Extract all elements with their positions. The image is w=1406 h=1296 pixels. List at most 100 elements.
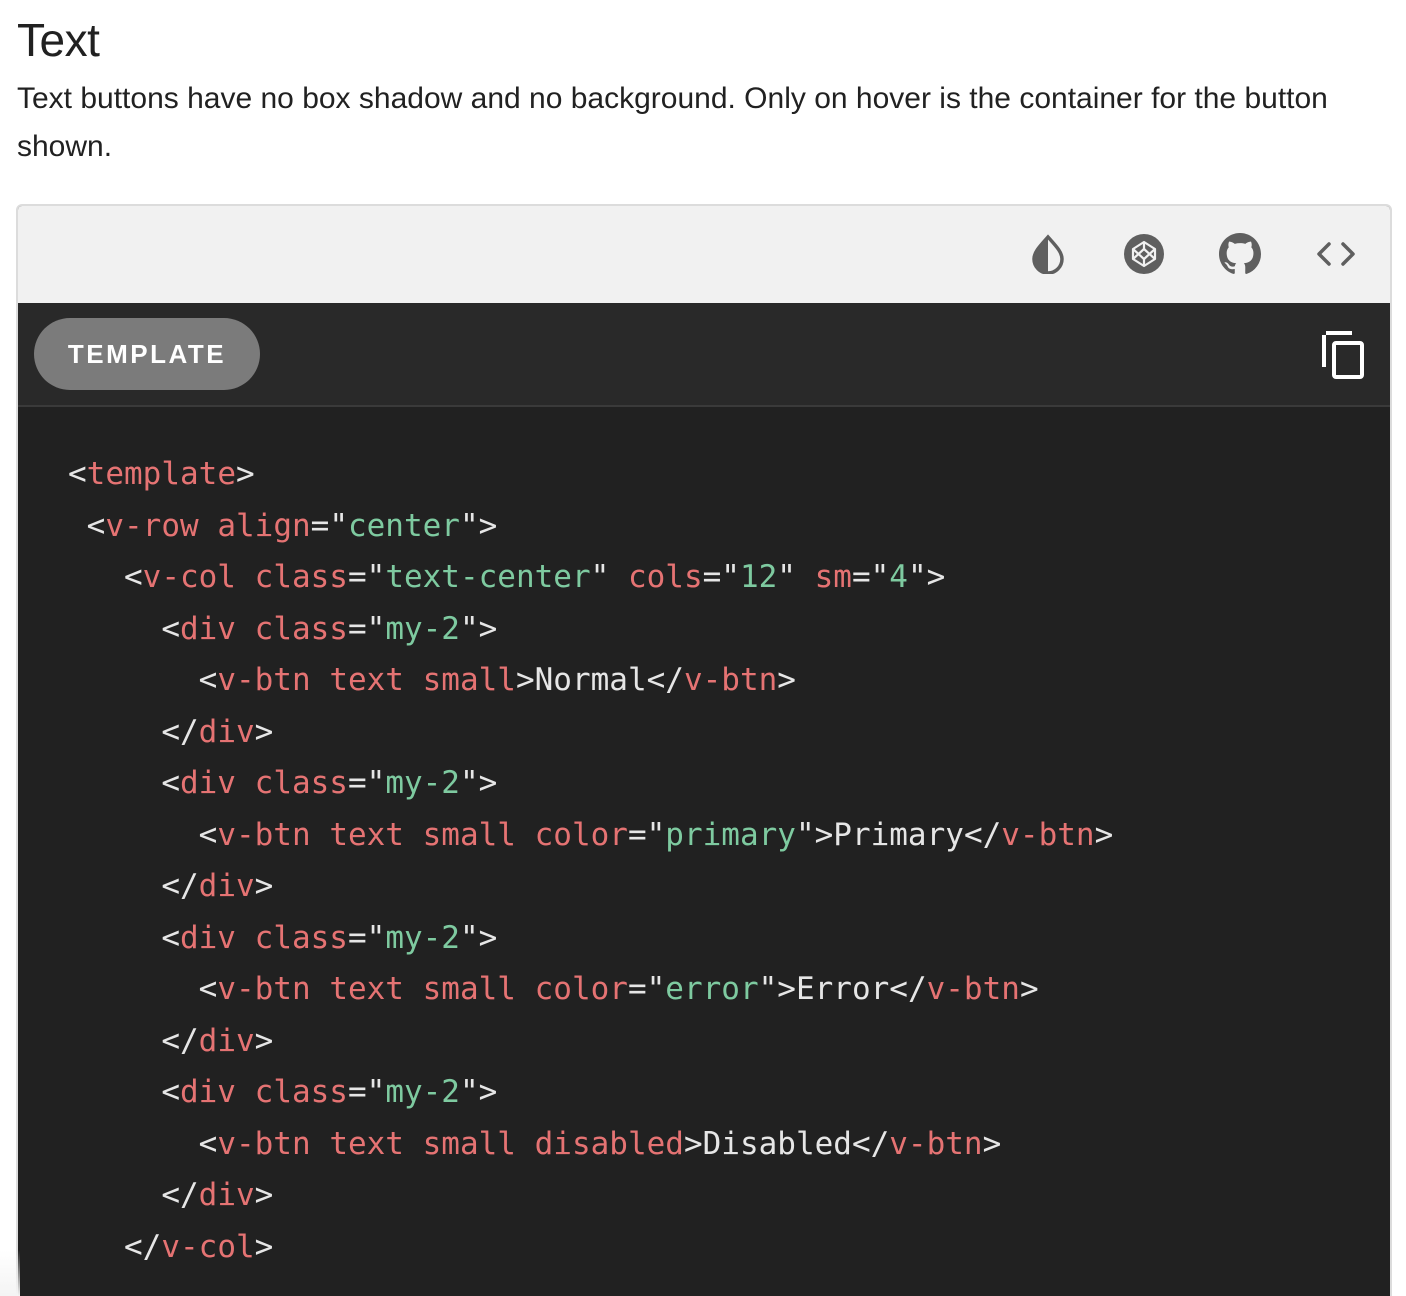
code-token: 4 bbox=[889, 559, 908, 595]
code-token: div bbox=[179, 610, 236, 647]
code-token: my-2 bbox=[385, 610, 460, 647]
code-token: text bbox=[329, 816, 404, 853]
code-token: =" bbox=[347, 765, 386, 801]
github-button[interactable] bbox=[1216, 230, 1264, 278]
code-token: "> bbox=[459, 765, 498, 801]
code-token: > bbox=[515, 662, 535, 698]
code-token: > bbox=[254, 868, 274, 904]
section-title: Text bbox=[17, 14, 100, 66]
code-token: v-btn bbox=[926, 971, 1020, 1007]
code-token: v-col bbox=[142, 559, 236, 595]
codepen-icon bbox=[1124, 234, 1164, 274]
code-token: v-btn bbox=[217, 1125, 311, 1162]
code-token: </ bbox=[68, 713, 199, 750]
section-description: Text buttons have no box shadow and no b… bbox=[17, 82, 1328, 163]
code-token: div bbox=[198, 868, 255, 904]
code-token: "> bbox=[459, 1074, 498, 1110]
code-token: error bbox=[665, 971, 759, 1007]
tab-template[interactable]: TEMPLATE bbox=[34, 318, 260, 390]
code-token: center bbox=[347, 507, 460, 544]
code-block: <template> <v-row align="center"> <v-col… bbox=[68, 449, 1113, 1273]
code-token: class bbox=[254, 765, 348, 801]
code-token: </ bbox=[963, 816, 1002, 853]
code-token: 12 bbox=[739, 559, 778, 595]
code-token: small bbox=[422, 816, 516, 853]
code-token: v-btn bbox=[217, 971, 311, 1007]
code-token: my-2 bbox=[385, 765, 460, 801]
code-token: div bbox=[198, 713, 255, 750]
invert-example-colors-button[interactable] bbox=[1024, 230, 1072, 278]
code-token: > bbox=[1094, 816, 1114, 853]
code-token: class bbox=[254, 1074, 348, 1110]
code-token: < bbox=[68, 559, 143, 595]
code-token: </ bbox=[889, 971, 927, 1007]
code-token: text bbox=[329, 971, 404, 1007]
code-token: text-center bbox=[385, 559, 591, 595]
code-token: my-2 bbox=[385, 919, 460, 956]
code-editor: TEMPLATE <template> <v-row align="center… bbox=[18, 303, 1390, 1296]
code-token: v-row bbox=[105, 507, 199, 544]
code-line: <v-btn text small disabled>Disabled</v-b… bbox=[68, 1119, 1113, 1171]
example-toolbar bbox=[18, 206, 1390, 303]
code-token: </ bbox=[851, 1125, 890, 1162]
code-token: > bbox=[254, 713, 274, 750]
code-token: div bbox=[179, 919, 236, 956]
docs-page: Text Text buttons have no box shadow and… bbox=[0, 0, 1406, 1296]
view-source-button[interactable] bbox=[1312, 230, 1360, 278]
code-line: <div class="my-2"> bbox=[68, 1067, 1113, 1119]
code-token: < bbox=[68, 610, 180, 647]
code-token: =" bbox=[702, 559, 740, 595]
code-token: v-btn bbox=[217, 662, 311, 698]
code-token: v-btn bbox=[217, 816, 311, 853]
code-line: <template> bbox=[68, 449, 1113, 501]
code-line: <div class="my-2"> bbox=[68, 913, 1113, 965]
code-token: </ bbox=[68, 1022, 199, 1059]
content-copy-icon bbox=[1322, 331, 1364, 379]
code-token: < bbox=[68, 765, 180, 801]
code-token: div bbox=[179, 765, 236, 801]
code-token: </ bbox=[68, 1177, 199, 1213]
code-token: div bbox=[198, 1177, 255, 1213]
code-token: color bbox=[534, 816, 628, 853]
code-token: class bbox=[254, 610, 348, 647]
code-line: </div> bbox=[68, 1170, 1113, 1222]
code-token: </ bbox=[68, 868, 199, 904]
code-token: cols bbox=[627, 559, 703, 595]
code-token: small bbox=[422, 971, 516, 1007]
code-brackets-icon bbox=[1317, 242, 1355, 266]
code-token: < bbox=[68, 919, 180, 956]
code-token: < bbox=[68, 971, 218, 1007]
code-token: align bbox=[217, 507, 311, 544]
code-token: class bbox=[254, 559, 348, 595]
code-token: =" bbox=[347, 919, 386, 956]
code-token: =" bbox=[851, 559, 890, 595]
code-token: Normal bbox=[534, 662, 647, 698]
codepen-button[interactable] bbox=[1120, 230, 1168, 278]
code-token: =" bbox=[627, 971, 666, 1007]
code-token: small bbox=[422, 662, 516, 698]
github-icon bbox=[1219, 233, 1261, 274]
code-token: div bbox=[179, 1074, 236, 1110]
code-line: </div> bbox=[68, 861, 1113, 913]
code-token: < bbox=[68, 507, 106, 544]
code-token: text bbox=[329, 1125, 404, 1162]
code-token: < bbox=[68, 816, 218, 853]
copy-code-button[interactable] bbox=[1320, 329, 1368, 381]
code-line: <div class="my-2"> bbox=[68, 758, 1113, 810]
code-token: "> bbox=[907, 559, 946, 595]
code-token: < bbox=[68, 662, 218, 698]
code-token: > bbox=[683, 1125, 703, 1162]
code-token: div bbox=[198, 1022, 255, 1059]
